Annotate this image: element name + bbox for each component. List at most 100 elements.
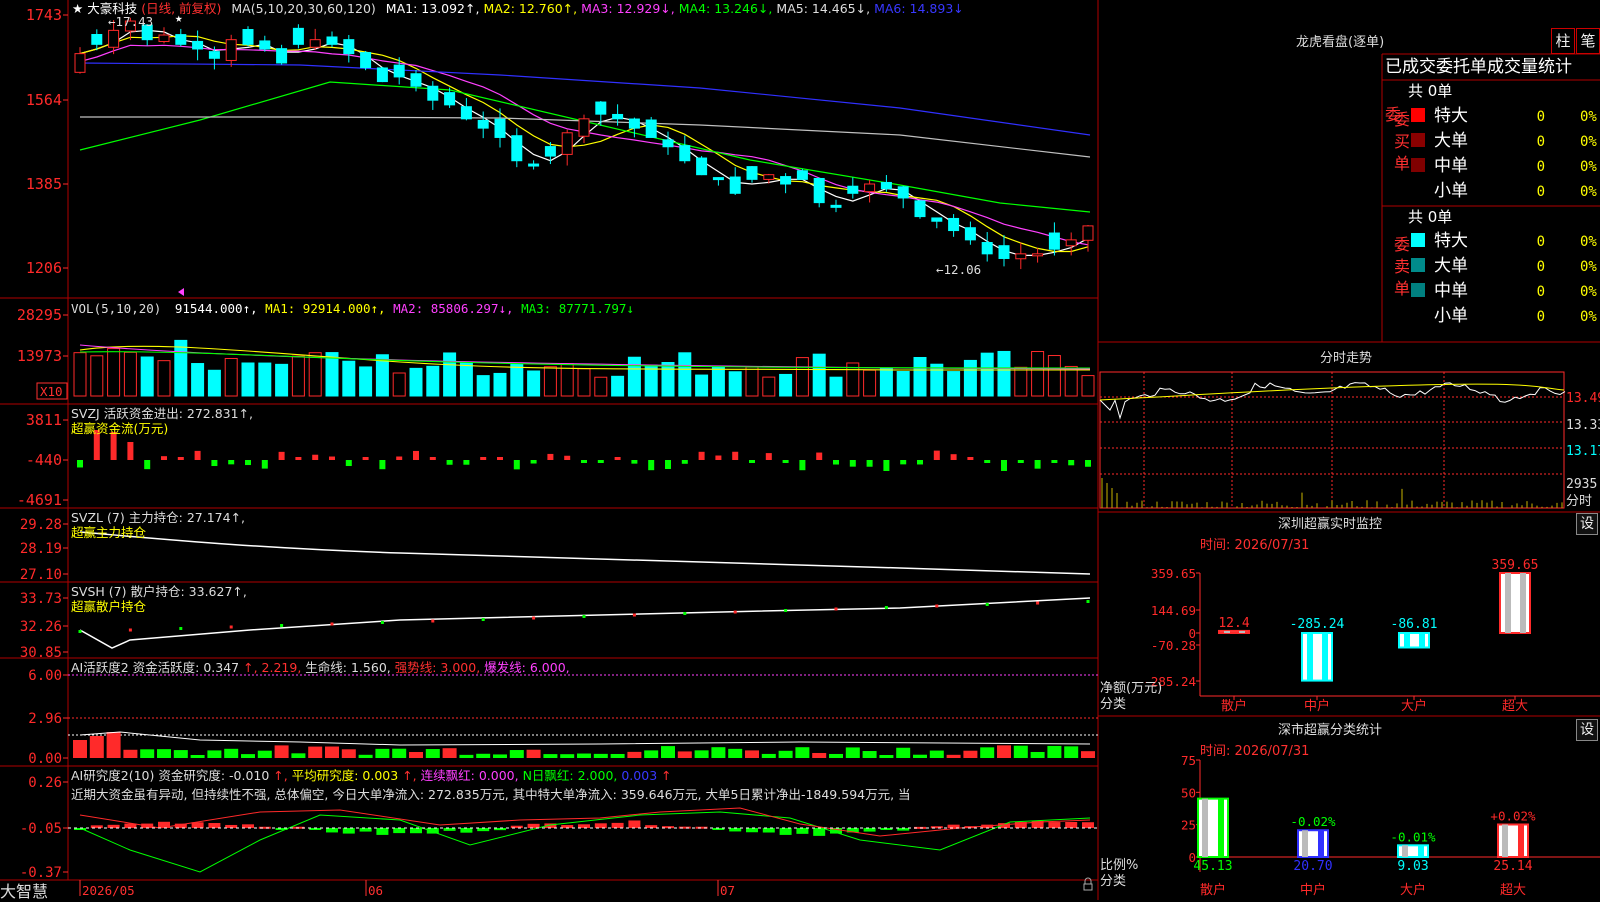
sell-total: 共 0单	[1408, 208, 1452, 226]
flow-bar	[144, 460, 151, 470]
cls-bar-shade	[1218, 798, 1224, 857]
flow-bar	[933, 450, 940, 460]
candle-body	[981, 242, 993, 255]
volume-bar	[762, 376, 776, 397]
retail-dot	[582, 615, 586, 618]
volume-bar	[930, 363, 944, 397]
volume-bar	[325, 352, 339, 397]
retail-dot	[229, 625, 233, 629]
volume-bar	[678, 352, 692, 397]
flow-bar	[245, 460, 251, 466]
flow-bar	[849, 460, 856, 467]
research-bar	[746, 828, 758, 833]
sz-bar-shade	[1505, 573, 1511, 633]
volume-bar	[1064, 365, 1078, 397]
candle-body	[712, 177, 724, 181]
flow-bar	[329, 456, 335, 460]
cls-category-label: 中户	[1300, 882, 1326, 898]
sz-category-label: 大户	[1401, 698, 1427, 714]
volume-bar	[627, 356, 641, 397]
sz-category-label: 中户	[1304, 698, 1330, 714]
lock-icon[interactable]	[1083, 883, 1093, 891]
sell-row-name: 小单	[1434, 306, 1468, 326]
y-axis-label: 29.28	[20, 517, 62, 533]
activity-bar	[829, 753, 843, 758]
flow-bar	[480, 457, 487, 460]
sz-bar-shade	[1322, 633, 1328, 681]
activity-bar	[694, 750, 709, 758]
sz-settings-button[interactable]: 设	[1576, 513, 1598, 535]
cls-value-label: 20.70	[1293, 859, 1332, 874]
y-axis-label: 28.19	[20, 541, 62, 557]
volume-bar	[476, 375, 490, 397]
flow-bar	[799, 460, 806, 471]
activity-bar	[274, 745, 289, 758]
cls-bar-shade	[1418, 845, 1424, 857]
candle-body	[528, 163, 540, 167]
activity-bar	[980, 747, 995, 758]
volume-bar	[342, 360, 356, 397]
activity-bar	[509, 750, 524, 758]
ma6-value: MA6: 14.893↓	[874, 1, 964, 16]
ai-research-header: AI研究度2(10) 资金研究度: -0.010 ↑, 平均研究度: 0.003…	[71, 768, 672, 783]
candle-body	[242, 29, 254, 45]
volume-bar	[1047, 355, 1061, 397]
sz-value-label: 359.65	[1492, 558, 1539, 573]
scroll-marker-icon[interactable]	[178, 288, 184, 296]
bar-view-tab[interactable]: 柱	[1551, 28, 1575, 54]
flow-bar	[278, 451, 285, 460]
activity-bar	[291, 753, 306, 758]
research-bar	[460, 828, 473, 833]
volume-bar	[711, 366, 725, 397]
candle-body	[612, 113, 624, 120]
flow-bar	[413, 450, 419, 460]
sz-bar-shade	[1520, 573, 1526, 633]
activity-bar	[761, 753, 776, 758]
cls-bar-shade	[1302, 830, 1308, 857]
chart-canvas[interactable]: 1743 1564 1385 1206 28295 13973 3811 -440 -4691 2…	[0, 0, 1600, 900]
volume-bar	[1081, 375, 1095, 397]
activity-bar	[778, 750, 793, 758]
activity-bar	[896, 747, 911, 758]
volume-bar	[896, 371, 910, 397]
y-axis-label: 32.26	[20, 619, 62, 635]
flow-bar	[1051, 460, 1058, 463]
research-bar	[611, 822, 624, 828]
flow-bar	[1017, 460, 1024, 463]
flow-bar	[446, 460, 453, 465]
cls-change-label: +0.02%	[1490, 808, 1536, 823]
flow-bar	[917, 460, 923, 465]
activity-bar	[661, 746, 675, 758]
flow-bar	[883, 460, 890, 471]
research-bar	[578, 824, 590, 828]
x-label-1: 06	[368, 883, 383, 898]
flow-bar	[345, 460, 352, 467]
candle-body	[1065, 239, 1077, 247]
volume-bar	[543, 366, 557, 397]
pen-view-tab[interactable]: 笔	[1576, 28, 1600, 54]
research-bar	[242, 824, 254, 828]
buy-row-name: 小单	[1434, 181, 1468, 201]
activity-bar	[459, 754, 474, 758]
research-bar	[342, 828, 355, 834]
cls-bar-shade	[1402, 845, 1408, 857]
x-label-0: 2026/05	[82, 883, 135, 898]
sz-y-label: -70.28	[1151, 638, 1196, 653]
cls-settings-button[interactable]: 设	[1576, 719, 1598, 741]
research-bar	[393, 828, 406, 834]
retail-dot	[179, 627, 183, 630]
candle-body	[864, 183, 876, 193]
retail-dot	[632, 613, 636, 617]
flow-bar	[765, 453, 772, 460]
activity-bar	[476, 753, 491, 758]
brand-label: 大智慧	[0, 882, 49, 901]
volume-bar	[829, 376, 843, 397]
volume-bar	[409, 367, 423, 397]
retail-dot	[330, 622, 334, 626]
cls-xlabel: 分类	[1100, 874, 1126, 889]
cls-bar-shade	[1502, 824, 1508, 857]
candle-body	[460, 106, 472, 120]
ma4-value: MA4: 13.246↓,	[679, 1, 773, 16]
volume-bar	[157, 360, 171, 397]
svzl-header: SVZL (7) 主力持仓: 27.174↑,	[71, 510, 245, 525]
